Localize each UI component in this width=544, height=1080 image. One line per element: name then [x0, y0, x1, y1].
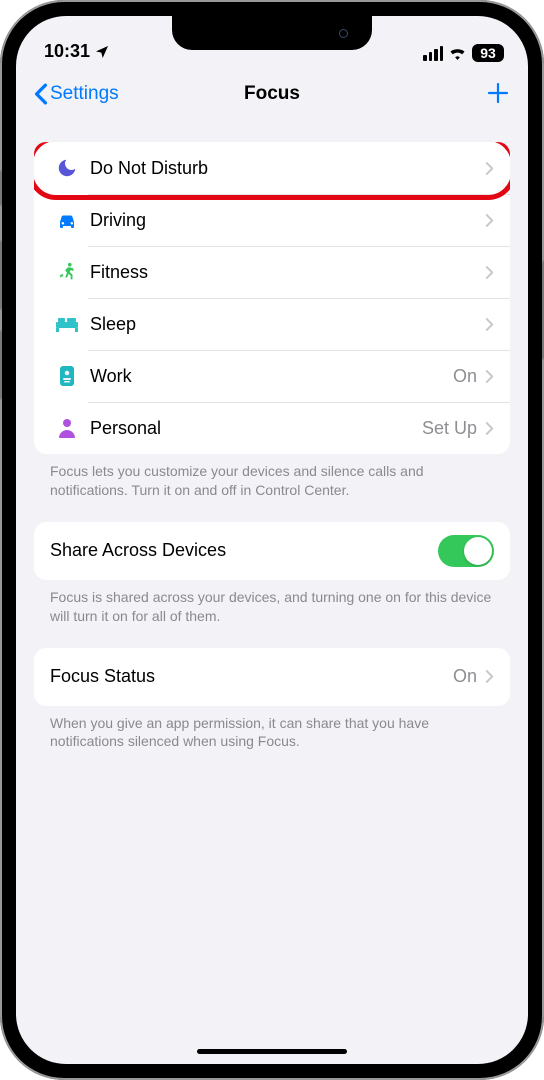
focus-status-footer: When you give an app permission, it can …	[34, 706, 510, 774]
chevron-right-icon	[485, 669, 494, 684]
focus-row-driving[interactable]: Driving	[34, 194, 510, 246]
share-toggle[interactable]	[438, 535, 494, 567]
badge-icon	[57, 364, 77, 388]
chevron-right-icon	[485, 265, 494, 280]
share-across-devices-row: Share Across Devices	[34, 522, 510, 580]
wifi-icon	[448, 46, 467, 60]
front-camera-icon	[339, 29, 348, 38]
row-trailing: On	[453, 366, 477, 387]
focus-row-fitness[interactable]: Fitness	[34, 246, 510, 298]
chevron-right-icon	[485, 213, 494, 228]
volume-down-button	[0, 330, 2, 400]
focus-row-do-not-disturb[interactable]: Do Not Disturb	[34, 142, 510, 194]
focus-row-personal[interactable]: Personal Set Up	[34, 402, 510, 454]
running-icon	[56, 261, 78, 283]
row-label: Work	[84, 366, 453, 387]
car-icon	[55, 210, 79, 230]
notch	[172, 16, 372, 50]
add-button[interactable]	[486, 78, 510, 110]
focus-modes-group: Do Not Disturb Driving	[34, 142, 510, 454]
bed-icon	[54, 315, 80, 333]
location-icon	[94, 44, 110, 60]
toggle-knob	[464, 537, 492, 565]
screen: 10:31 93 Settings Focus	[16, 16, 528, 1064]
focus-status-label: Focus Status	[50, 666, 453, 687]
row-trailing: Set Up	[422, 418, 477, 439]
focus-row-sleep[interactable]: Sleep	[34, 298, 510, 350]
row-label: Sleep	[84, 314, 477, 335]
chevron-right-icon	[485, 161, 494, 176]
focus-status-trailing: On	[453, 666, 477, 687]
share-group: Share Across Devices	[34, 522, 510, 580]
back-label: Settings	[50, 83, 119, 105]
row-label: Do Not Disturb	[84, 158, 477, 179]
focus-row-work[interactable]: Work On	[34, 350, 510, 402]
plus-icon	[486, 81, 510, 105]
chevron-right-icon	[485, 317, 494, 332]
phone-frame: 10:31 93 Settings Focus	[0, 0, 544, 1080]
battery-indicator: 93	[472, 44, 504, 62]
focus-modes-footer: Focus lets you customize your devices an…	[34, 454, 510, 522]
back-button[interactable]: Settings	[34, 83, 119, 105]
share-footer: Focus is shared across your devices, and…	[34, 580, 510, 648]
page-title: Focus	[244, 83, 300, 105]
nav-bar: Settings Focus	[16, 66, 528, 122]
focus-status-group: Focus Status On	[34, 648, 510, 706]
row-label: Fitness	[84, 262, 477, 283]
row-label: Driving	[84, 210, 477, 231]
chevron-right-icon	[485, 421, 494, 436]
chevron-right-icon	[485, 369, 494, 384]
chevron-left-icon	[34, 83, 48, 105]
volume-up-button	[0, 240, 2, 310]
share-label: Share Across Devices	[50, 540, 438, 561]
person-icon	[57, 417, 77, 439]
home-indicator[interactable]	[197, 1049, 347, 1054]
cellular-signal-icon	[423, 46, 443, 61]
mute-switch	[0, 170, 2, 206]
focus-status-row[interactable]: Focus Status On	[34, 648, 510, 706]
row-label: Personal	[84, 418, 422, 439]
moon-icon	[56, 157, 78, 179]
status-time: 10:31	[44, 41, 90, 62]
